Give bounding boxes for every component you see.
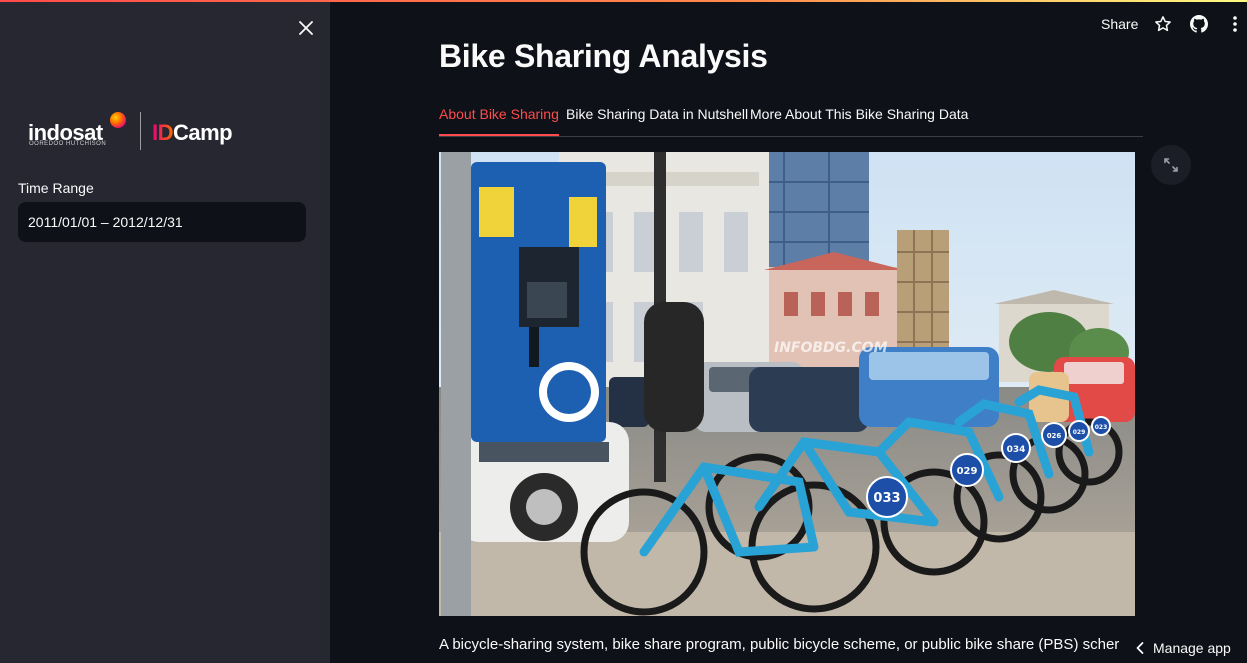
github-icon bbox=[1190, 15, 1208, 33]
tab-bar: About Bike Sharing Bike Sharing Data in … bbox=[439, 104, 1143, 137]
star-button[interactable] bbox=[1153, 14, 1173, 34]
indosat-logo-subtext: OOREDOO HUTCHISON bbox=[29, 141, 107, 147]
date-range-input[interactable]: 2011/01/01 – 2012/12/31 bbox=[18, 202, 306, 242]
sponsor-logo: indosat OOREDOO HUTCHISON IDCamp bbox=[28, 110, 258, 154]
date-range-value: 2011/01/01 – 2012/12/31 bbox=[28, 214, 183, 230]
bike-station-illustration: INFOBDG.COM 033 029 034 026 029 023 bbox=[439, 152, 1135, 616]
kebab-menu-icon bbox=[1233, 16, 1237, 32]
idcamp-logo-id: ID bbox=[152, 120, 174, 145]
close-icon bbox=[299, 21, 313, 35]
date-range-label: Time Range bbox=[18, 180, 94, 196]
logo-divider bbox=[140, 112, 141, 150]
photo-watermark: INFOBDG.COM bbox=[774, 340, 888, 356]
bike-number-4: 026 bbox=[1047, 432, 1062, 440]
bike-number-1: 033 bbox=[873, 491, 900, 506]
share-button[interactable]: Share bbox=[1101, 16, 1138, 32]
manage-app-button[interactable]: Manage app bbox=[1127, 632, 1247, 663]
bike-number-6: 023 bbox=[1095, 424, 1108, 431]
bike-sharing-photo: INFOBDG.COM 033 029 034 026 029 023 bbox=[439, 152, 1135, 616]
tab-about-bike-sharing[interactable]: About Bike Sharing bbox=[439, 104, 559, 136]
main-menu-button[interactable] bbox=[1225, 14, 1245, 34]
sidebar: indosat OOREDOO HUTCHISON IDCamp Time Ra… bbox=[0, 2, 330, 663]
tab-data-in-nutshell[interactable]: Bike Sharing Data in Nutshell bbox=[566, 104, 748, 134]
bike-number-2: 029 bbox=[957, 466, 978, 477]
intro-paragraph: A bicycle-sharing system, bike share pro… bbox=[439, 636, 1120, 653]
idcamp-logo-rest: Camp bbox=[173, 120, 233, 145]
tab-more-about-data[interactable]: More About This Bike Sharing Data bbox=[750, 104, 968, 134]
manage-app-label: Manage app bbox=[1153, 639, 1231, 656]
expand-icon bbox=[1164, 158, 1178, 172]
github-button[interactable] bbox=[1189, 14, 1209, 34]
star-icon bbox=[1155, 16, 1171, 32]
close-sidebar-button[interactable] bbox=[292, 14, 320, 42]
chevron-left-icon bbox=[1136, 641, 1144, 654]
idcamp-logo-text: IDCamp bbox=[152, 120, 233, 146]
bike-number-3: 034 bbox=[1007, 445, 1026, 455]
bike-number-5: 029 bbox=[1073, 429, 1086, 436]
indosat-logo-mark bbox=[110, 112, 126, 128]
fullscreen-button[interactable] bbox=[1151, 145, 1191, 185]
page-title: Bike Sharing Analysis bbox=[439, 38, 768, 74]
